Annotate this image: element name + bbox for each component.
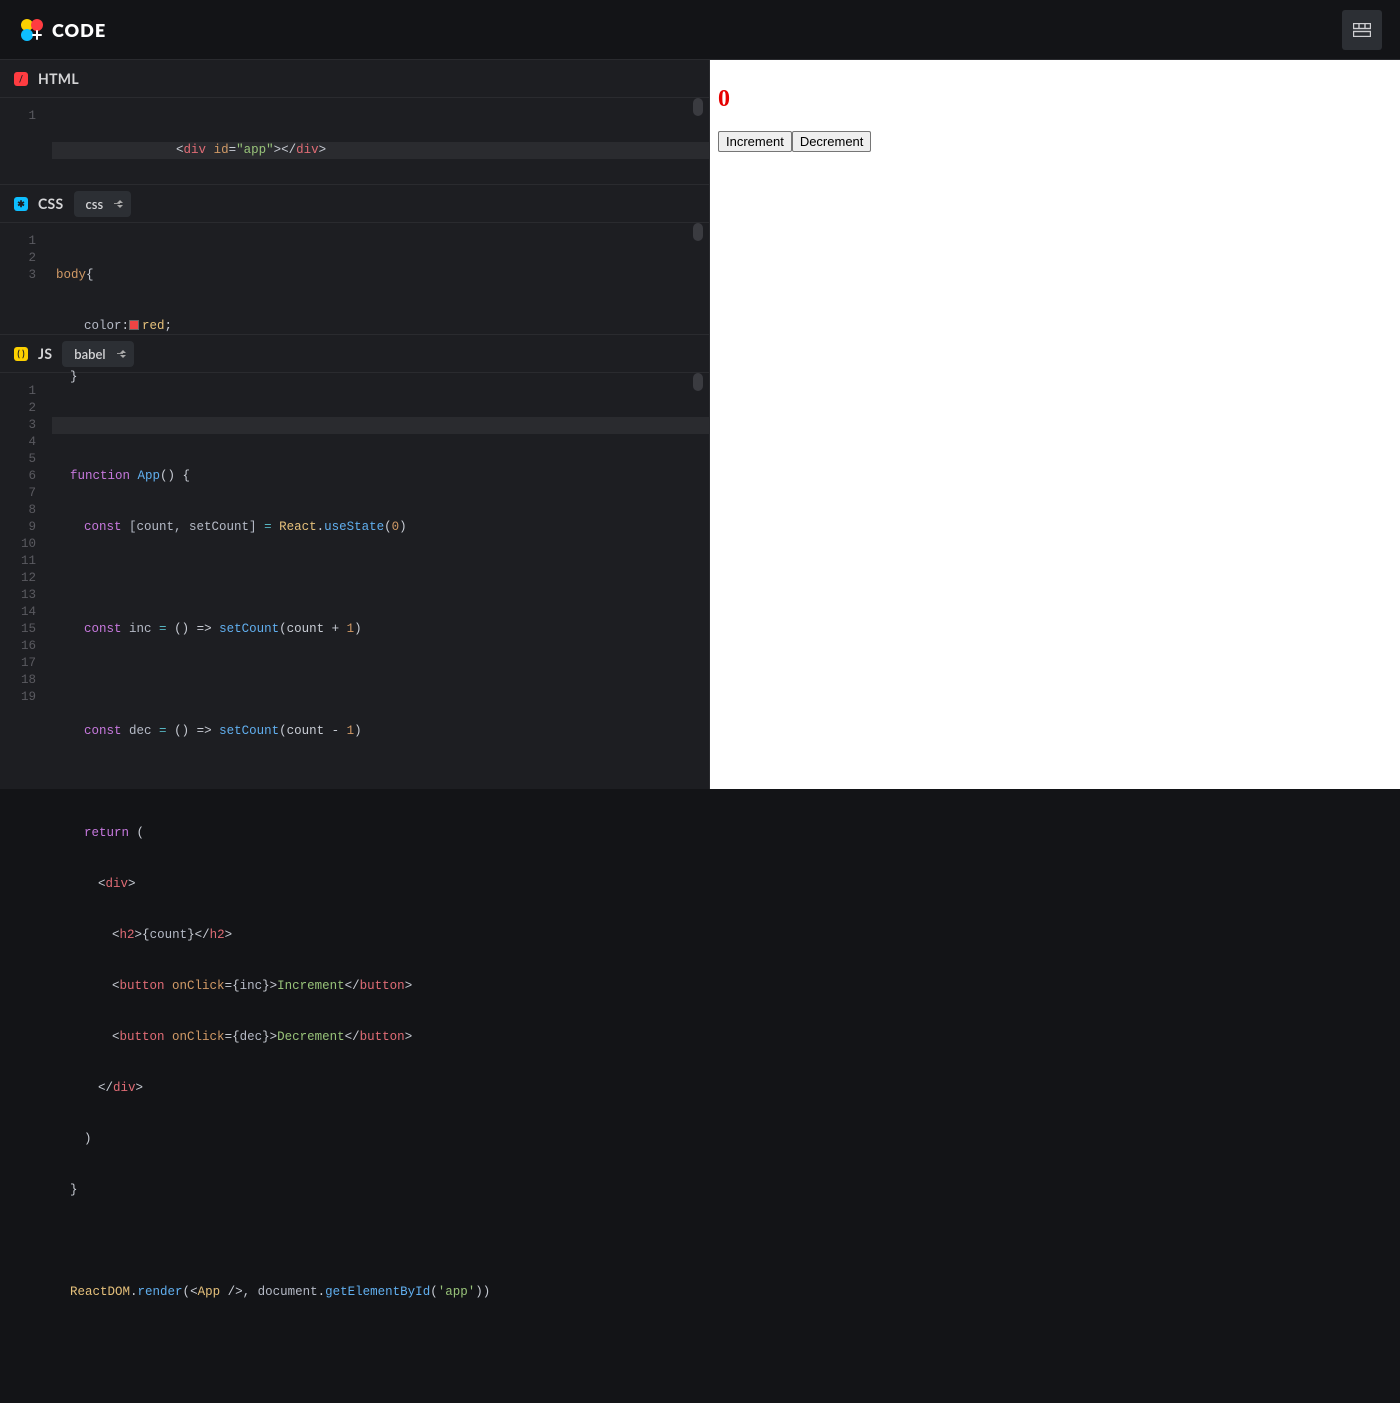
line-number: 11 — [0, 553, 36, 570]
line-number: 8 — [0, 502, 36, 519]
line-number: 9 — [0, 519, 36, 536]
panel-html-header[interactable]: / HTML — [0, 60, 709, 98]
line-number: 3 — [0, 267, 36, 284]
js-lang-icon: ( ) — [14, 347, 28, 361]
header: CODE — [0, 0, 1400, 60]
html-code[interactable]: <div id="app"></div> — [44, 98, 709, 184]
editors-column: / HTML 1 <div id="app"></div> — [0, 60, 710, 789]
line-number: 1 — [0, 383, 36, 400]
panel-js: ( ) JS babel 1 2 3 4 5 6 7 — [0, 335, 709, 789]
css-gutter: 1 2 3 — [0, 223, 44, 334]
js-preprocessor-select[interactable]: babel — [62, 341, 133, 367]
js-gutter: 1 2 3 4 5 6 7 8 9 10 11 12 13 14 — [0, 373, 44, 789]
html-gutter: 1 — [0, 98, 44, 184]
line-number: 17 — [0, 655, 36, 672]
line-number: 13 — [0, 587, 36, 604]
line-number: 10 — [0, 536, 36, 553]
chevron-up-down-icon — [117, 200, 123, 208]
line-number: 6 — [0, 468, 36, 485]
panel-html: / HTML 1 <div id="app"></div> — [0, 60, 709, 185]
logo-icon — [18, 16, 46, 44]
layout-icon — [1353, 23, 1371, 37]
line-number: 2 — [0, 400, 36, 417]
line-number: 19 — [0, 689, 36, 706]
panel-html-title: HTML — [38, 70, 79, 87]
css-select-value: css — [86, 196, 104, 212]
logo[interactable]: CODE — [18, 16, 106, 44]
line-number: 16 — [0, 638, 36, 655]
increment-button[interactable]: Increment — [718, 131, 792, 152]
css-editor[interactable]: 1 2 3 body{ color:red; } — [0, 223, 709, 334]
line-number: 2 — [0, 250, 36, 267]
line-number: 12 — [0, 570, 36, 587]
logo-text: CODE — [52, 19, 106, 41]
scrollbar-thumb[interactable] — [693, 223, 703, 241]
css-lang-icon: ✱ — [14, 197, 28, 211]
js-select-value: babel — [74, 346, 105, 362]
scrollbar-thumb[interactable] — [693, 98, 703, 116]
panel-js-title: JS — [38, 345, 52, 362]
preview-buttons: Increment Decrement — [718, 131, 1392, 152]
html-lang-icon: / — [14, 72, 28, 86]
line-number: 18 — [0, 672, 36, 689]
decrement-button[interactable]: Decrement — [792, 131, 872, 152]
line-number: 5 — [0, 451, 36, 468]
preview-count: 0 — [718, 86, 1392, 113]
js-code[interactable]: function App() { const [count, setCount]… — [44, 373, 709, 789]
css-preprocessor-select[interactable]: css — [74, 191, 132, 217]
layout-toggle-button[interactable] — [1342, 10, 1382, 50]
line-number: 15 — [0, 621, 36, 638]
line-number: 7 — [0, 485, 36, 502]
js-editor[interactable]: 1 2 3 4 5 6 7 8 9 10 11 12 13 14 — [0, 373, 709, 789]
html-editor[interactable]: 1 <div id="app"></div> — [0, 98, 709, 184]
scrollbar-thumb[interactable] — [693, 373, 703, 391]
app-root: CODE / HTML 1 — [0, 0, 1400, 789]
line-number: 1 — [0, 233, 36, 250]
css-code[interactable]: body{ color:red; } — [44, 223, 709, 334]
line-number: 14 — [0, 604, 36, 621]
line-number: 3 — [0, 417, 36, 434]
color-swatch-icon — [129, 320, 139, 330]
main-area: / HTML 1 <div id="app"></div> — [0, 60, 1400, 789]
chevron-up-down-icon — [120, 350, 126, 358]
line-number: 4 — [0, 434, 36, 451]
line-number: 1 — [0, 108, 36, 125]
preview-pane: 0 Increment Decrement — [710, 60, 1400, 789]
